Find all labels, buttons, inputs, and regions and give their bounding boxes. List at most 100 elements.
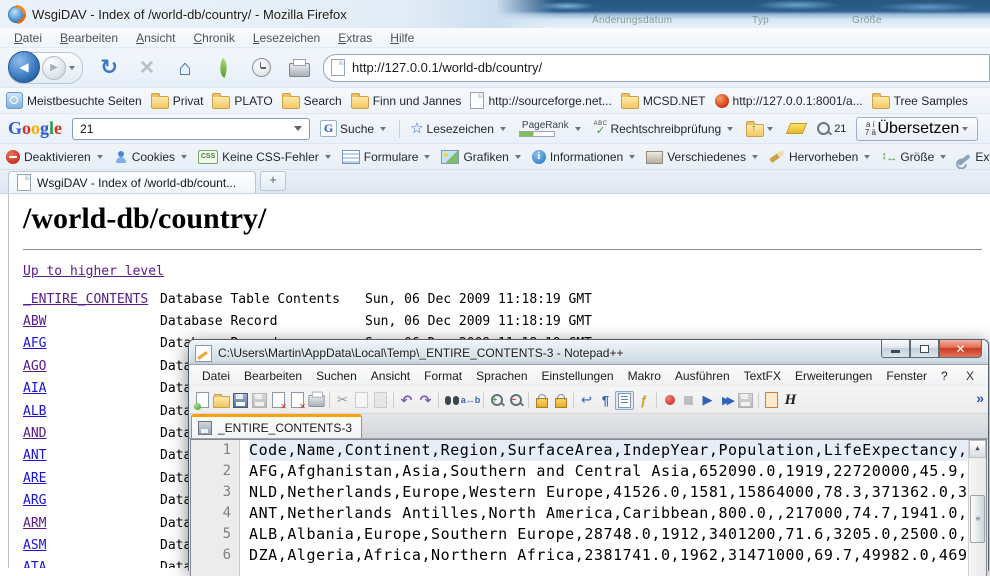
tab-wsgidav[interactable]: WsgiDAV - Index of /world-db/count...: [8, 171, 256, 193]
npp-menu-help[interactable]: ?: [934, 367, 955, 385]
dropdown-caret[interactable]: [97, 155, 103, 159]
dropdown-caret[interactable]: [767, 127, 773, 131]
firefox-titlebar[interactable]: WsgiDAV - Index of /world-db/country/ - …: [0, 0, 990, 28]
menu-extras[interactable]: Extras: [330, 30, 380, 46]
bookmark-folder-mcsd-net[interactable]: MCSD.NET: [621, 92, 706, 109]
dev-cookies[interactable]: Cookies: [114, 150, 190, 164]
doc-switcher-icon[interactable]: [762, 391, 781, 410]
line-text[interactable]: NLD,Netherlands,Europe,Western Europe,41…: [249, 482, 969, 503]
sync-vertical-icon[interactable]: [532, 391, 551, 410]
dropdown-caret[interactable]: [940, 155, 946, 159]
save-all-icon[interactable]: [250, 391, 269, 410]
dev-hervorheben[interactable]: Hervorheben: [769, 150, 873, 164]
npp-tab-entire-contents[interactable]: _ENTIRE_CONTENTS-3: [191, 414, 362, 438]
print-icon[interactable]: [307, 391, 326, 410]
menu-hilfe[interactable]: Hilfe: [382, 30, 422, 46]
npp-menu-textfx[interactable]: TextFX: [737, 367, 788, 385]
line-text[interactable]: DZA,Algeria,Africa,Northern Africa,23817…: [249, 545, 969, 566]
new-tab-button[interactable]: +: [260, 171, 286, 191]
notepadpp-titlebar[interactable]: C:\Users\Martin\AppData\Local\Temp\_ENTI…: [189, 340, 988, 364]
uebersetzen-button[interactable]: a í7 ä Übersetzen: [856, 117, 978, 141]
menu-lesezeichen[interactable]: Lesezeichen: [245, 30, 328, 46]
highlighter-icon[interactable]: [786, 123, 807, 134]
dev-css[interactable]: CSSKeine CSS-Fehler: [198, 150, 334, 164]
macro-record-icon[interactable]: [660, 391, 679, 410]
editor-line[interactable]: 5ALB,Albania,Europe,Southern Europe,2874…: [191, 524, 986, 545]
dropdown-caret[interactable]: [752, 155, 758, 159]
indent-guide-icon[interactable]: [615, 391, 634, 410]
macro-save-icon[interactable]: [736, 391, 755, 410]
google-search-box[interactable]: 21: [72, 118, 310, 140]
new-file-icon[interactable]: [193, 391, 212, 410]
find-icon[interactable]: [442, 391, 461, 410]
entry-link[interactable]: ARM: [23, 516, 160, 531]
line-text[interactable]: AFG,Afghanistan,Asia,Southern and Centra…: [249, 461, 969, 482]
forward-button[interactable]: ▶: [42, 56, 66, 80]
dropdown-caret[interactable]: [515, 155, 521, 159]
editor-area[interactable]: 1Code,Name,Continent,Region,SurfaceArea,…: [190, 439, 987, 576]
bookmark-folder-search[interactable]: Search: [282, 92, 342, 109]
bookmark-folder-plato[interactable]: PLATO: [212, 92, 272, 109]
vertical-scrollbar[interactable]: ▲ ≡: [968, 440, 986, 576]
entry-link[interactable]: AND: [23, 426, 160, 441]
editor-line[interactable]: 3NLD,Netherlands,Europe,Western Europe,4…: [191, 482, 986, 503]
line-text[interactable]: ALB,Albania,Europe,Southern Europe,28748…: [249, 524, 969, 545]
zoom-in-icon[interactable]: +: [487, 391, 506, 410]
macro-stop-icon[interactable]: [679, 391, 698, 410]
spellcheck-button[interactable]: ABC✓ Rechtschreibprüfung: [594, 121, 737, 137]
entry-link[interactable]: AGO: [23, 359, 160, 374]
toolbar-overflow-chevron[interactable]: »: [976, 390, 984, 406]
reload-button[interactable]: ↻: [97, 54, 121, 82]
entry-link[interactable]: ASM: [23, 538, 160, 553]
zoom-out-icon[interactable]: −: [506, 391, 525, 410]
dropdown-caret[interactable]: [424, 155, 430, 159]
dropdown-caret[interactable]: [727, 127, 733, 131]
google-suche-button[interactable]: G Suche: [320, 120, 389, 137]
search-dropdown-caret[interactable]: [294, 126, 302, 131]
close-file-icon[interactable]: [269, 391, 288, 410]
url-bar[interactable]: http://127.0.0.1/world-db/country/: [323, 54, 990, 82]
dev-grafiken[interactable]: Grafiken: [441, 150, 523, 164]
show-all-characters-icon[interactable]: ¶: [596, 391, 615, 410]
url-text[interactable]: http://127.0.0.1/world-db/country/: [352, 60, 542, 75]
npp-menu-ausfuehren[interactable]: Ausführen: [668, 367, 737, 385]
dropdown-caret[interactable]: [380, 127, 386, 131]
up-to-higher-level-link[interactable]: Up to higher level: [23, 264, 164, 279]
print-button[interactable]: [287, 54, 311, 82]
dropdown-caret[interactable]: [575, 127, 581, 131]
dropdown-caret[interactable]: [864, 155, 870, 159]
copy-icon[interactable]: [352, 391, 371, 410]
npp-doc-close-x[interactable]: X: [958, 367, 982, 385]
menu-ansicht[interactable]: Ansicht: [128, 30, 183, 46]
entry-link[interactable]: ARG: [23, 493, 160, 508]
dropdown-caret[interactable]: [325, 155, 331, 159]
close-button[interactable]: ✕: [939, 340, 982, 358]
dev-groesse[interactable]: Größe: [881, 150, 949, 164]
dev-formulare[interactable]: Formulare: [342, 150, 434, 164]
npp-menu-erweiterungen[interactable]: Erweiterungen: [788, 367, 879, 385]
npp-menu-fenster[interactable]: Fenster: [879, 367, 934, 385]
line-text[interactable]: Code,Name,Continent,Region,SurfaceArea,I…: [249, 440, 969, 461]
sendto-button[interactable]: [746, 120, 776, 137]
redo-icon[interactable]: ↷: [416, 391, 435, 410]
line-text[interactable]: ANT,Netherlands Antilles,North America,C…: [249, 503, 969, 524]
dev-informationen[interactable]: iInformationen: [532, 150, 638, 164]
npp-menu-ansicht[interactable]: Ansicht: [364, 367, 417, 385]
menu-chronik[interactable]: Chronik: [185, 30, 242, 46]
editor-line[interactable]: 4ANT,Netherlands Antilles,North America,…: [191, 503, 986, 524]
google-lesezeichen-button[interactable]: ☆ Lesezeichen: [410, 121, 509, 136]
editor-line[interactable]: 6DZA,Algeria,Africa,Northern Africa,2381…: [191, 545, 986, 566]
restore-button[interactable]: [910, 340, 939, 358]
dropdown-caret[interactable]: [500, 127, 506, 131]
pagerank-widget[interactable]: PageRank: [519, 121, 572, 137]
npp-menu-suchen[interactable]: Suchen: [309, 367, 364, 385]
home-button[interactable]: ⌂: [173, 54, 197, 82]
dropdown-caret[interactable]: [181, 155, 187, 159]
bookmark-localhost-8001[interactable]: http://127.0.0.1:8001/a...: [715, 94, 863, 108]
entry-link[interactable]: AFG: [23, 336, 160, 351]
dev-deaktivieren[interactable]: Deaktivieren: [6, 150, 106, 164]
zoom-indicator[interactable]: 21: [817, 122, 846, 135]
entry-link[interactable]: ABW: [23, 314, 160, 329]
minimize-button[interactable]: [881, 340, 910, 358]
macro-run-multiple-icon[interactable]: ▶▶: [717, 391, 736, 410]
